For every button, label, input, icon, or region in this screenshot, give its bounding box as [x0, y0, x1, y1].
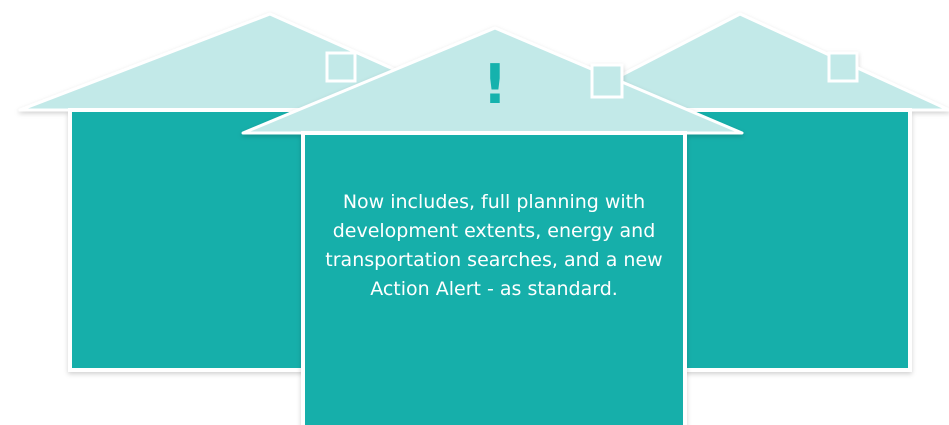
right-house-chimney-icon — [827, 51, 859, 83]
houses-illustration: ! Now includes, full planning with devel… — [0, 0, 949, 425]
feature-message: Now includes, full planning with develop… — [325, 191, 663, 300]
left-house-wall — [68, 108, 312, 372]
center-house-chimney-icon — [590, 63, 624, 99]
exclamation-icon: ! — [483, 53, 508, 116]
left-house-chimney-icon — [325, 51, 357, 83]
